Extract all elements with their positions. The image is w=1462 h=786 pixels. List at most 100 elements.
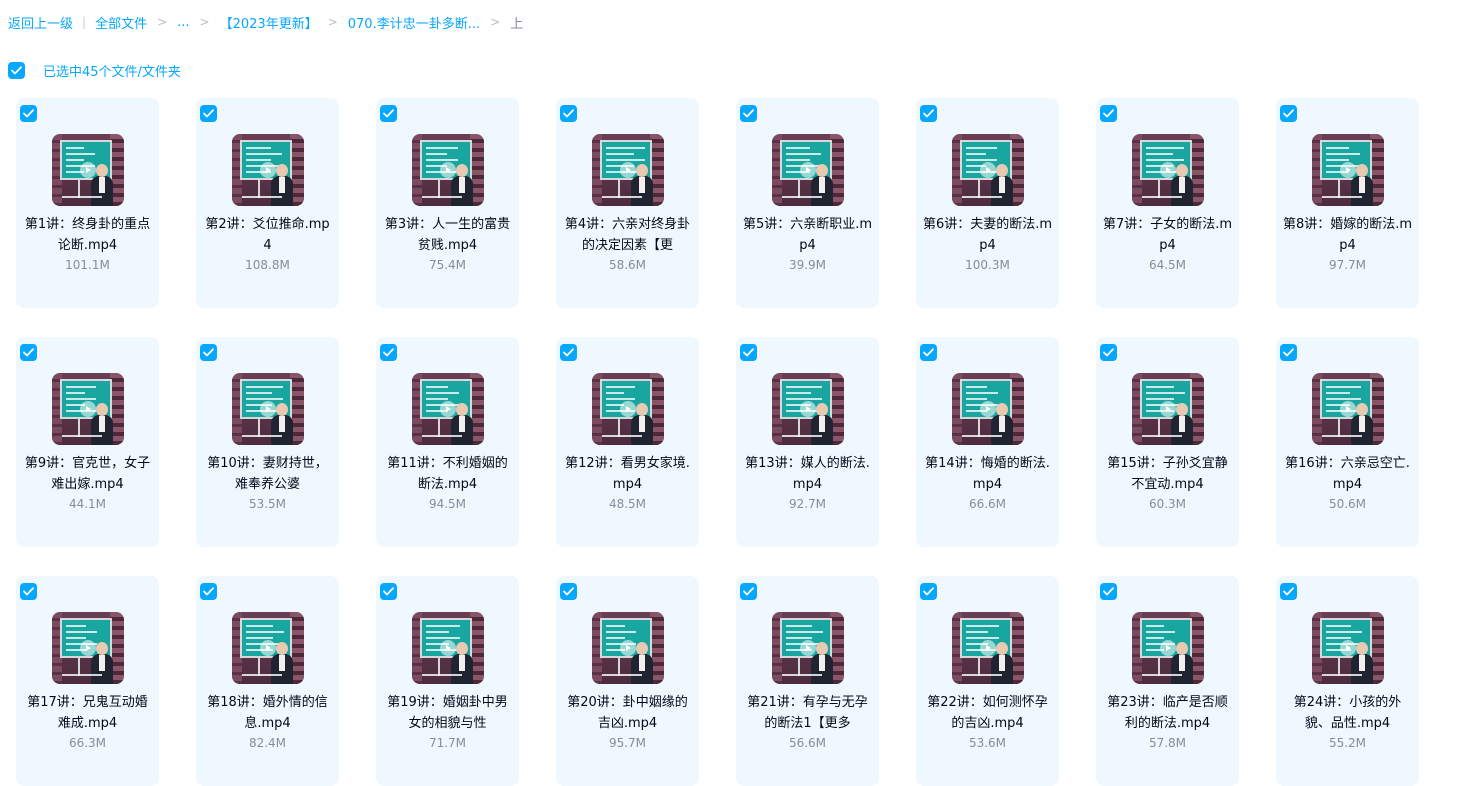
- file-checkbox[interactable]: [20, 344, 37, 361]
- file-card[interactable]: 第7讲：子女的断法.mp4 64.5M: [1096, 98, 1239, 308]
- file-card[interactable]: 第9讲：官克世，女子难出嫁.mp4 44.1M: [16, 337, 159, 547]
- video-thumbnail[interactable]: [772, 612, 844, 684]
- file-name: 第20讲：卦中姻缘的吉凶.mp4: [567, 695, 688, 731]
- file-checkbox[interactable]: [740, 105, 757, 122]
- back-link[interactable]: 返回上一级: [8, 13, 73, 32]
- video-thumbnail[interactable]: [952, 134, 1024, 206]
- video-thumbnail[interactable]: [952, 612, 1024, 684]
- video-thumbnail[interactable]: [52, 134, 124, 206]
- file-size: 53.6M: [968, 736, 1007, 750]
- file-checkbox[interactable]: [1100, 583, 1117, 600]
- file-card[interactable]: 第6讲：夫妻的断法.mp4 100.3M: [916, 98, 1059, 308]
- video-thumbnail[interactable]: [412, 612, 484, 684]
- breadcrumb-item-2023-update[interactable]: 【2023年更新】: [220, 13, 318, 32]
- file-checkbox[interactable]: [920, 583, 937, 600]
- file-checkbox[interactable]: [560, 583, 577, 600]
- file-card[interactable]: 第14讲：悔婚的断法.mp4 66.6M: [916, 337, 1059, 547]
- file-card[interactable]: 第23讲：临产是否顺利的断法.mp4 57.8M: [1096, 576, 1239, 786]
- board-text-line: [966, 386, 987, 388]
- file-card[interactable]: 第3讲：人一生的富贵贫贱.mp4 75.4M: [376, 98, 519, 308]
- file-checkbox[interactable]: [200, 583, 217, 600]
- file-card[interactable]: 第16讲：六亲忌空亡.mp4 50.6M: [1276, 337, 1419, 547]
- video-thumbnail[interactable]: [1132, 373, 1204, 445]
- video-thumbnail[interactable]: [1132, 134, 1204, 206]
- video-thumbnail[interactable]: [952, 373, 1024, 445]
- play-icon: [800, 162, 816, 178]
- file-checkbox[interactable]: [920, 105, 937, 122]
- file-name: 第22讲：如何测怀孕的吉凶.mp4: [927, 695, 1048, 731]
- file-card[interactable]: 第10讲：妻财持世，难奉养公婆 53.5M: [196, 337, 339, 547]
- play-icon: [260, 401, 276, 417]
- video-thumbnail[interactable]: [1132, 612, 1204, 684]
- file-size: 92.7M: [788, 497, 827, 511]
- file-checkbox[interactable]: [920, 344, 937, 361]
- file-card[interactable]: 第24讲：小孩的外貌、品性.mp4 55.2M: [1276, 576, 1419, 786]
- video-thumbnail[interactable]: [232, 612, 304, 684]
- file-card[interactable]: 第20讲：卦中姻缘的吉凶.mp4 95.7M: [556, 576, 699, 786]
- file-checkbox[interactable]: [1280, 583, 1297, 600]
- file-card[interactable]: 第17讲：兄鬼互动婚难成.mp4 66.3M: [16, 576, 159, 786]
- breadcrumb-item-all-files[interactable]: 全部文件: [95, 13, 147, 32]
- file-checkbox[interactable]: [20, 105, 37, 122]
- video-thumbnail[interactable]: [412, 373, 484, 445]
- breadcrumb-item-folder[interactable]: 070.李计忠一卦多断...: [348, 13, 480, 32]
- board-text-line: [246, 625, 273, 627]
- video-thumbnail[interactable]: [772, 134, 844, 206]
- video-thumbnail[interactable]: [232, 373, 304, 445]
- board-text-line: [786, 631, 823, 633]
- file-checkbox[interactable]: [20, 583, 37, 600]
- video-thumbnail[interactable]: [1312, 612, 1384, 684]
- board-text-line: [606, 631, 636, 633]
- select-all-checkbox[interactable]: [8, 62, 25, 79]
- video-thumbnail[interactable]: [232, 134, 304, 206]
- file-name: 第9讲：官克世，女子难出嫁.mp4: [24, 456, 151, 492]
- file-card[interactable]: 第13讲：媒人的断法.mp4 92.7M: [736, 337, 879, 547]
- file-card[interactable]: 第12讲：看男女家境.mp4 48.5M: [556, 337, 699, 547]
- file-card[interactable]: 第22讲：如何测怀孕的吉凶.mp4 53.6M: [916, 576, 1059, 786]
- file-card[interactable]: 第11讲：不利婚姻的断法.mp4 94.5M: [376, 337, 519, 547]
- video-thumbnail[interactable]: [1312, 134, 1384, 206]
- video-thumbnail[interactable]: [52, 373, 124, 445]
- board-text-line: [966, 637, 999, 639]
- file-checkbox[interactable]: [740, 344, 757, 361]
- video-thumbnail[interactable]: [592, 612, 664, 684]
- file-checkbox[interactable]: [380, 583, 397, 600]
- video-thumbnail[interactable]: [592, 373, 664, 445]
- file-card[interactable]: 第5讲：六亲断职业.mp4 39.9M: [736, 98, 879, 308]
- file-checkbox[interactable]: [740, 583, 757, 600]
- file-checkbox[interactable]: [560, 344, 577, 361]
- file-checkbox[interactable]: [1280, 105, 1297, 122]
- file-size: 50.6M: [1328, 497, 1367, 511]
- file-checkbox[interactable]: [200, 105, 217, 122]
- video-thumbnail[interactable]: [772, 373, 844, 445]
- file-card[interactable]: 第8讲：婚嫁的断法.mp4 97.7M: [1276, 98, 1419, 308]
- file-card[interactable]: 第4讲：六亲对终身卦的决定因素【更 58.6M: [556, 98, 699, 308]
- file-size: 60.3M: [1148, 497, 1187, 511]
- check-icon: [203, 587, 214, 596]
- board-text-line: [606, 386, 635, 388]
- file-card[interactable]: 第15讲：子孙爻宜静不宜动.mp4 60.3M: [1096, 337, 1239, 547]
- file-card[interactable]: 第18讲：婚外情的信息.mp4 82.4M: [196, 576, 339, 786]
- file-checkbox[interactable]: [380, 344, 397, 361]
- file-name: 第14讲：悔婚的断法.mp4: [925, 456, 1050, 492]
- file-card[interactable]: 第2讲：爻位推命.mp4 108.8M: [196, 98, 339, 308]
- video-thumbnail[interactable]: [1312, 373, 1384, 445]
- play-icon: [800, 640, 816, 656]
- file-checkbox[interactable]: [560, 105, 577, 122]
- file-checkbox[interactable]: [1100, 105, 1117, 122]
- file-checkbox[interactable]: [1280, 344, 1297, 361]
- file-checkbox[interactable]: [380, 105, 397, 122]
- play-icon: [1340, 162, 1356, 178]
- file-card[interactable]: 第21讲：有孕与无孕的断法1【更多 56.6M: [736, 576, 879, 786]
- video-thumbnail[interactable]: [592, 134, 664, 206]
- video-thumbnail[interactable]: [412, 134, 484, 206]
- board-text-line: [66, 631, 97, 633]
- video-thumbnail[interactable]: [52, 612, 124, 684]
- file-name: 第19讲：婚姻卦中男女的相貌与性: [387, 695, 508, 731]
- file-card[interactable]: 第19讲：婚姻卦中男女的相貌与性 71.7M: [376, 576, 519, 786]
- file-checkbox[interactable]: [1100, 344, 1117, 361]
- breadcrumb-item-ellipsis[interactable]: ...: [177, 15, 189, 30]
- file-card[interactable]: 第1讲：终身卦的重点论断.mp4 101.1M: [16, 98, 159, 308]
- file-checkbox[interactable]: [200, 344, 217, 361]
- board-text-line: [246, 159, 271, 161]
